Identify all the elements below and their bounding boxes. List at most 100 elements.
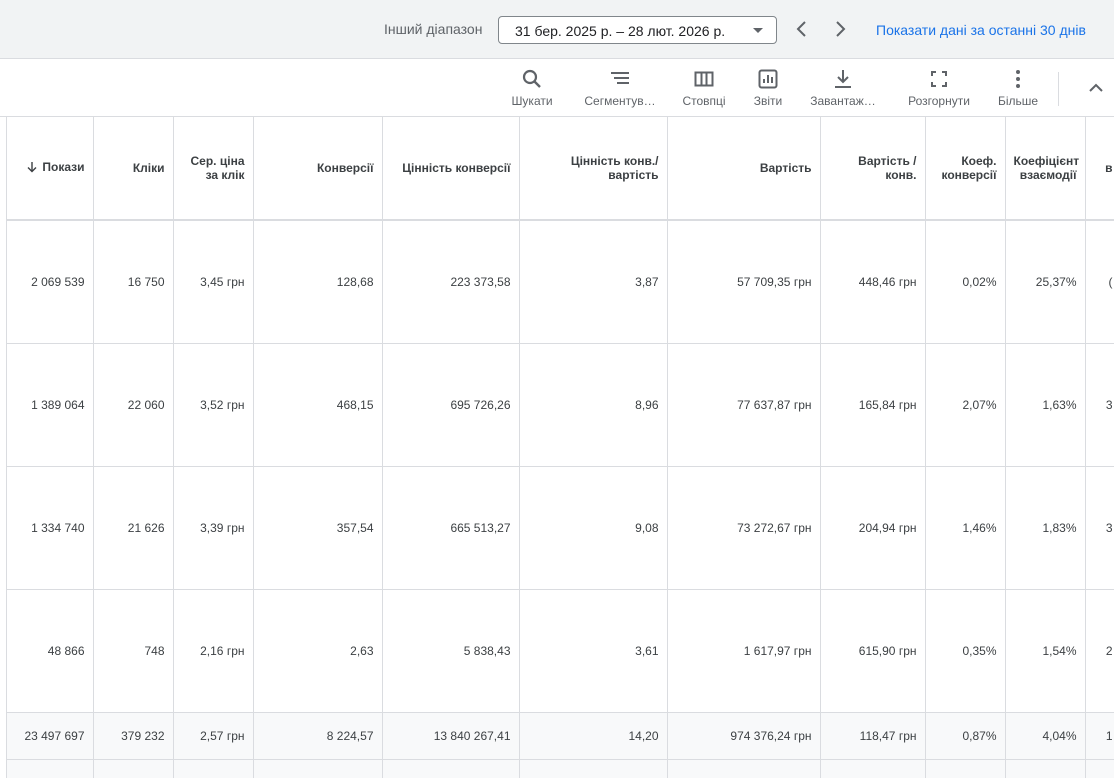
table-header-row: Покази Кліки Сер. ціна за клік Конверсії…	[7, 117, 1114, 221]
more-label: Більше	[997, 94, 1039, 108]
total-cell: 4,04%	[1005, 712, 1086, 760]
column-header-cost[interactable]: Вартість	[667, 117, 821, 221]
table-cell: 16 750	[93, 220, 174, 344]
column-header-partial[interactable]: в	[1085, 117, 1114, 221]
total-cell: 118,47 грн	[820, 712, 926, 760]
segment-button[interactable]: Сегментув…	[580, 68, 660, 112]
table-cell: 1,83%	[1005, 466, 1086, 590]
table-cell: 1,54%	[1005, 589, 1086, 713]
date-range-label: Інший діапазон	[384, 21, 483, 37]
total-cell: 420 152	[93, 759, 174, 778]
column-header-clicks[interactable]: Кліки	[93, 117, 174, 221]
table-toolbar: Шукати Сегментув… Стовпці Звіти Завантаж…	[0, 60, 1114, 117]
total-cell: 15 387 662,36	[382, 759, 520, 778]
date-range-value: 31 бер. 2025 р. – 28 лют. 2026 р.	[515, 23, 726, 39]
total-cell: 13 840 267,41	[382, 712, 520, 760]
total-cell: 124,43 грн	[820, 759, 926, 778]
table-cell: 22 060	[93, 343, 174, 467]
total-cell: 23 497 697	[7, 712, 94, 760]
table-cell: 2	[1085, 589, 1114, 713]
columns-label: Стовпці	[682, 94, 726, 108]
table-cell: 2,16 грн	[173, 589, 254, 713]
table-cell: 2,63	[253, 589, 383, 713]
total-cell: 3,91%	[1005, 759, 1086, 778]
column-header-impressions[interactable]: Покази	[7, 117, 94, 221]
total-cell: 26 356 085	[7, 759, 94, 778]
table-cell: 1 617,97 грн	[667, 589, 821, 713]
total-cell: 8 224,57	[253, 712, 383, 760]
table-cell: 3	[1085, 466, 1114, 590]
table-cell: (	[1085, 220, 1114, 344]
table-cell: 3,61	[519, 589, 668, 713]
columns-button[interactable]: Стовпці	[678, 68, 730, 112]
table-cell: 748	[93, 589, 174, 713]
next-period-button[interactable]	[828, 16, 852, 42]
total-cell: 1	[1085, 712, 1114, 760]
date-range-bar: Інший діапазон 31 бер. 2025 р. – 28 лют.…	[0, 0, 1114, 59]
reports-button[interactable]: Звіти	[748, 68, 788, 112]
table-row[interactable]: 1 334 740 21 626 3,39 грн 357,54 665 513…	[7, 466, 1114, 590]
total-cell: 379 232	[93, 712, 174, 760]
table-cell: 25,37%	[1005, 220, 1086, 344]
search-icon	[508, 68, 556, 90]
table-cell: 448,46 грн	[820, 220, 926, 344]
column-header-interaction-rate[interactable]: Коефіцієнт взаємодії	[1005, 117, 1086, 221]
table-cell: 3,45 грн	[173, 220, 254, 344]
column-header-conv-rate[interactable]: Коеф. конверсії	[925, 117, 1006, 221]
table-cell: 9,08	[519, 466, 668, 590]
table-cell: 1,63%	[1005, 343, 1086, 467]
column-header-cost-per-conv[interactable]: Вартість / конв.	[820, 117, 926, 221]
last-30-days-link[interactable]: Показати дані за останні 30 днів	[876, 22, 1086, 38]
column-header-conversions[interactable]: Конверсії	[253, 117, 383, 221]
table-cell: 73 272,67 грн	[667, 466, 821, 590]
download-button[interactable]: Завантаж…	[804, 68, 882, 112]
table-cell: 665 513,27	[382, 466, 520, 590]
download-label: Завантаж…	[810, 94, 876, 108]
table-cell: 695 726,26	[382, 343, 520, 467]
total-cell: 0,88%	[925, 759, 1006, 778]
column-header-conversion-value[interactable]: Цінність конверсії	[382, 117, 520, 221]
download-icon	[804, 68, 882, 90]
collapse-button[interactable]	[1084, 78, 1108, 98]
total-cell: 1 125 196,52 грн	[667, 759, 821, 778]
table-row[interactable]: 48 866 748 2,16 грн 2,63 5 838,43 3,61 1…	[7, 589, 1114, 713]
total-cell: 14,20	[519, 712, 668, 760]
total-cell: 974 376,24 грн	[667, 712, 821, 760]
segment-icon	[580, 68, 660, 90]
expand-button[interactable]: Розгорнути	[902, 68, 976, 112]
table-cell: 0,35%	[925, 589, 1006, 713]
table-cell: 165,84 грн	[820, 343, 926, 467]
table-cell: 3	[1085, 343, 1114, 467]
table-cell: 57 709,35 грн	[667, 220, 821, 344]
table-row[interactable]: 2 069 539 16 750 3,45 грн 128,68 223 373…	[7, 220, 1114, 344]
date-range-select[interactable]: 31 бер. 2025 р. – 28 лют. 2026 р.	[498, 16, 777, 44]
table-cell: 468,15	[253, 343, 383, 467]
table-cell: 615,90 грн	[820, 589, 926, 713]
columns-icon	[678, 68, 730, 90]
previous-period-button[interactable]	[790, 16, 814, 42]
column-header-avg-cpc[interactable]: Сер. ціна за клік	[173, 117, 254, 221]
chevron-left-icon	[796, 21, 806, 37]
table-cell: 2 069 539	[7, 220, 94, 344]
column-header-label: Покази	[42, 160, 85, 174]
table-cell: 48 866	[7, 589, 94, 713]
reports-label: Звіти	[753, 94, 783, 108]
table-cell: 1 389 064	[7, 343, 94, 467]
table-row[interactable]: 1 389 064 22 060 3,52 грн 468,15 695 726…	[7, 343, 1114, 467]
table-cell: 357,54	[253, 466, 383, 590]
total-cell: 1	[1085, 759, 1114, 778]
total-cell: 13,68	[519, 759, 668, 778]
table-cell: 5 838,43	[382, 589, 520, 713]
expand-label: Розгорнути	[908, 94, 970, 108]
total-cell: 2,57 грн	[173, 712, 254, 760]
segment-label: Сегментув…	[584, 94, 656, 108]
table-cell: 3,39 грн	[173, 466, 254, 590]
table-cell: 8,96	[519, 343, 668, 467]
chevron-up-icon	[1089, 83, 1103, 92]
more-button[interactable]: Більше	[994, 68, 1042, 112]
column-header-conv-value-per-cost[interactable]: Цінність конв./ вартість	[519, 117, 668, 221]
toolbar-divider	[1058, 72, 1059, 106]
search-button[interactable]: Шукати	[508, 68, 556, 112]
more-vert-icon	[994, 68, 1042, 90]
fullscreen-icon	[902, 68, 976, 90]
